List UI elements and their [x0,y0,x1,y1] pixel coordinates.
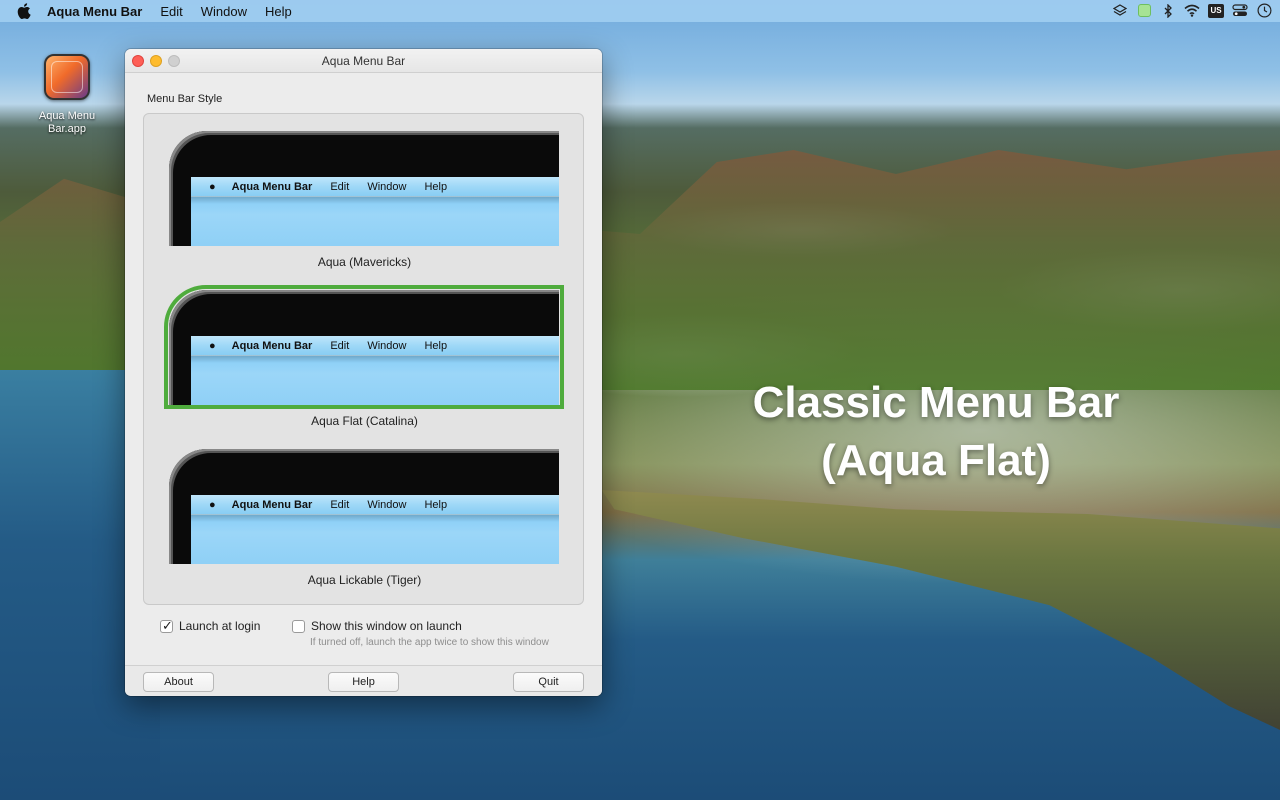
bluetooth-icon[interactable] [1160,3,1176,18]
quit-button[interactable]: Quit [513,672,584,692]
promo-caption: Classic Menu Bar (Aqua Flat) [706,374,1166,490]
launch-at-login-checkbox[interactable] [160,618,173,634]
preview-app-name: Aqua Menu Bar [231,180,313,193]
style-option-tiger[interactable]: ● Aqua Menu Bar Edit Window Help Aqua Li… [144,432,585,587]
layers-icon[interactable] [1112,3,1128,18]
show-window-hint: If turned off, launch the app twice to s… [310,637,549,648]
window-title: Aqua Menu Bar [321,54,406,68]
apple-icon: ● [209,180,216,193]
preview-app-name: Aqua Menu Bar [231,498,313,511]
window-titlebar[interactable]: Aqua Menu Bar [125,49,602,73]
style-options-box: ● Aqua Menu Bar Edit Window Help Aqua (M… [143,113,584,605]
menu-bar: Aqua Menu Bar Edit Window Help US [0,0,1280,22]
menu-edit[interactable]: Edit [160,4,182,19]
desktop-app-label: Aqua Menu Bar.app [38,110,96,135]
control-center-icon[interactable] [1232,3,1248,18]
preview-menu-item: Edit [330,498,350,511]
style-option-label: Aqua Flat (Catalina) [311,414,418,428]
green-square-icon[interactable] [1136,3,1152,18]
show-window-checkbox[interactable] [292,619,305,633]
app-window: Aqua Menu Bar Menu Bar Style ● Aqua Menu… [125,49,602,696]
about-button[interactable]: About [143,672,214,692]
desktop-app-icon[interactable]: Aqua Menu Bar.app [30,54,104,136]
launch-at-login-label: Launch at login [179,619,261,633]
preview-menu-item: Help [424,180,448,193]
preview-menu-item: Edit [330,180,350,193]
style-option-label: Aqua Lickable (Tiger) [307,573,422,587]
preview-menu-item: Help [424,339,448,352]
apple-icon: ● [209,339,216,352]
preview-menu-item: Edit [330,339,350,352]
wifi-icon[interactable] [1184,3,1200,18]
apple-icon: ● [209,498,216,511]
preview-menu-item: Window [367,498,407,511]
preview-menu-item: Window [367,180,407,193]
style-preview: ● Aqua Menu Bar Edit Window Help [169,290,559,405]
menu-app-name[interactable]: Aqua Menu Bar [47,4,142,19]
apple-icon[interactable] [17,3,31,20]
style-preview: ● Aqua Menu Bar Edit Window Help [169,449,559,564]
style-option-label: Aqua (Mavericks) [317,255,412,269]
preview-menu-item: Help [424,498,448,511]
launch-at-login-row[interactable]: Launch at login [160,618,261,634]
show-window-row[interactable]: Show this window on launch [292,619,462,633]
window-footer: About Help Quit [125,665,602,696]
clock-icon[interactable] [1256,3,1272,18]
menu-help[interactable]: Help [265,4,292,19]
promo-caption-line1: Classic Menu Bar [752,378,1120,427]
menu-bar-style-label: Menu Bar Style [147,93,223,105]
input-source-icon[interactable]: US [1208,3,1224,18]
style-option-catalina[interactable]: ● Aqua Menu Bar Edit Window Help Aqua Fl… [144,273,585,428]
promo-caption-line2: (Aqua Flat) [821,436,1051,485]
preview-menu-item: Window [367,339,407,352]
show-window-label: Show this window on launch [311,619,462,633]
style-option-mavericks[interactable]: ● Aqua Menu Bar Edit Window Help Aqua (M… [144,114,585,269]
status-area: US [1112,3,1272,18]
preview-app-name: Aqua Menu Bar [231,339,313,352]
app-icon-image [44,54,90,100]
input-source-label: US [1208,3,1224,18]
help-button[interactable]: Help [328,672,399,692]
menu-window[interactable]: Window [201,4,247,19]
style-preview: ● Aqua Menu Bar Edit Window Help [169,131,559,246]
